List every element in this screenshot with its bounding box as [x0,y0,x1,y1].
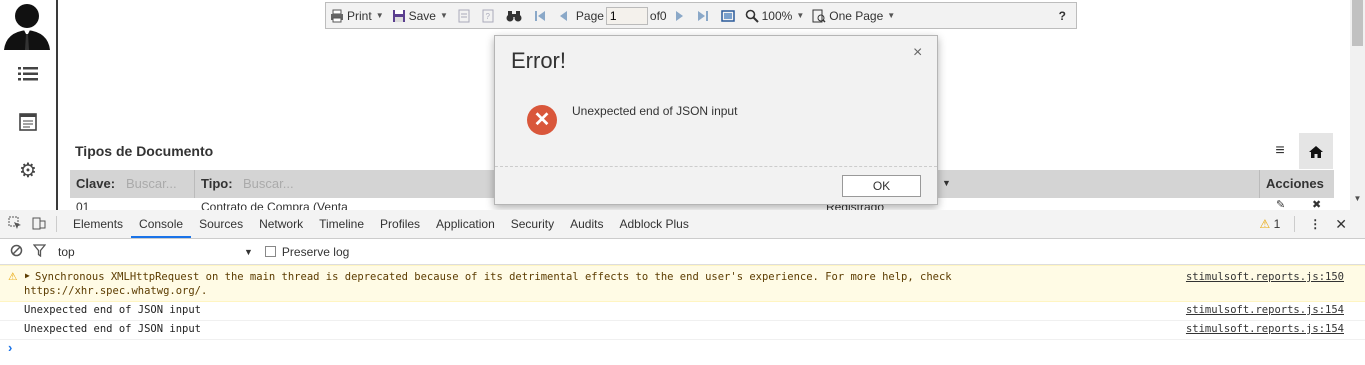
console-warning-entry[interactable]: ⚠ ▶ Synchronous XMLHttpRequest on the ma… [0,265,1365,302]
context-select[interactable]: top [58,245,244,259]
chevron-down-icon[interactable]: ▼ [942,178,951,188]
error-icon: ✕ [527,105,557,135]
more-icon[interactable]: ⋮ [1309,217,1321,231]
tab-adblock-plus[interactable]: Adblock Plus [611,210,696,238]
page-count-label: of0 [649,8,667,23]
prev-page-icon[interactable] [552,3,574,28]
log-source-link[interactable]: stimulsoft.reports.js:154 [1186,323,1344,335]
chevron-down-icon: ▼ [887,11,896,20]
page-number-input[interactable] [605,6,648,25]
parameters-button[interactable] [452,3,476,28]
list-icon[interactable] [14,60,42,88]
devtools-tabbar: Elements Console Sources Network Timelin… [0,210,1365,239]
column-tipo-label: Tipo: [201,176,233,191]
svg-text:?: ? [485,12,490,21]
preserve-log-label: Preserve log [281,244,350,259]
zoom-label: 100% [761,8,793,23]
log-message: Unexpected end of JSON input [24,323,202,335]
save-icon [392,9,406,23]
home-icon[interactable] [1299,133,1333,169]
zoom-icon [745,9,759,23]
console-prompt[interactable]: › [8,340,12,355]
log-source-link[interactable]: stimulsoft.reports.js:150 [1186,271,1344,283]
dialog-title: Error! [511,48,566,73]
page-label: Page [575,8,604,23]
console-log-entry[interactable]: Unexpected end of JSON input stimulsoft.… [0,321,1365,340]
report-icon[interactable] [14,108,42,136]
view-icon [812,9,826,23]
print-label: Print [347,8,372,23]
warning-icon: ⚠ [1259,217,1271,231]
bookmarks-button[interactable]: ? [476,3,500,28]
save-button[interactable]: Save ▼ [388,3,452,28]
device-icon[interactable] [32,216,46,233]
warning-icon: ⚠ [8,271,18,283]
column-acciones-label: Acciones [1266,176,1324,191]
view-mode-button[interactable]: One Page ▼ [808,3,899,28]
tab-timeline[interactable]: Timeline [311,210,372,238]
chevron-down-icon[interactable]: ▼ [244,247,253,257]
tab-network[interactable]: Network [251,210,311,238]
dialog-divider [495,166,937,167]
chevron-down-icon: ▼ [796,11,805,20]
report-toolbar: Print▼ Save▼ ? Page of0 100%▼ One Page▼ … [325,2,1077,29]
tab-divider [56,216,57,232]
help-button[interactable]: ? [1055,3,1076,28]
clave-search-input[interactable]: Buscar... [126,176,177,191]
menu-icon[interactable]: ≡ [1268,139,1292,163]
next-page-icon[interactable] [669,3,691,28]
dialog-message: Unexpected end of JSON input [572,104,738,118]
tab-divider [1294,216,1296,232]
clear-icon[interactable] [10,244,23,260]
print-button[interactable]: Print ▼ [326,3,388,28]
expand-arrow-icon[interactable]: ▶ [25,271,30,280]
filter-icon[interactable] [32,243,47,260]
tab-elements[interactable]: Elements [65,210,131,238]
tab-console[interactable]: Console [131,210,192,238]
full-screen-icon[interactable] [715,3,741,28]
print-icon [330,9,344,23]
console-log-entry[interactable]: Unexpected end of JSON input stimulsoft.… [0,302,1365,321]
inspect-icon[interactable] [8,216,22,233]
preserve-log-checkbox[interactable] [264,246,276,257]
tab-security[interactable]: Security [503,210,562,238]
save-label: Save [408,8,436,23]
chevron-down-icon: ▼ [439,11,448,20]
scroll-down-arrow-icon[interactable]: ▼ [1352,194,1363,206]
close-icon[interactable]: ✕ [1335,216,1347,233]
zoom-button[interactable]: 100% ▼ [741,3,809,28]
error-dialog: Error! × ✕ Unexpected end of JSON input … [494,35,938,205]
chevron-down-icon: ▼ [375,11,384,20]
column-divider [194,170,195,198]
first-page-icon[interactable] [528,3,552,28]
log-message: Unexpected end of JSON input [24,304,202,316]
tab-application[interactable]: Application [428,210,503,238]
panel-title: Tipos de Documento [75,143,214,159]
scrollbar-thumb[interactable] [1352,0,1363,46]
log-source-link[interactable]: stimulsoft.reports.js:154 [1186,304,1344,316]
warning-counter[interactable]: ⚠ 1 [1259,217,1280,231]
column-clave-label: Clave: [76,176,116,191]
log-message: Synchronous XMLHttpRequest on the main t… [35,271,952,283]
column-divider [1259,170,1260,198]
view-label: One Page [829,8,884,23]
log-link[interactable]: https://xhr.spec.whatwg.org/. [24,285,207,297]
tab-sources[interactable]: Sources [191,210,251,238]
console-filter-bar: top ▼ Preserve log [0,239,1365,265]
warning-count: 1 [1273,217,1281,231]
tab-audits[interactable]: Audits [562,210,611,238]
tab-profiles[interactable]: Profiles [372,210,428,238]
binoculars-icon[interactable] [500,3,528,28]
gear-icon[interactable]: ⚙ [14,156,42,184]
close-icon[interactable]: × [913,44,922,62]
tipo-search-input[interactable]: Buscar... [243,176,294,191]
ok-button[interactable]: OK [842,175,921,197]
avatar[interactable] [2,0,52,50]
last-page-icon[interactable] [691,3,715,28]
page-navigator: Page of0 [574,3,669,28]
